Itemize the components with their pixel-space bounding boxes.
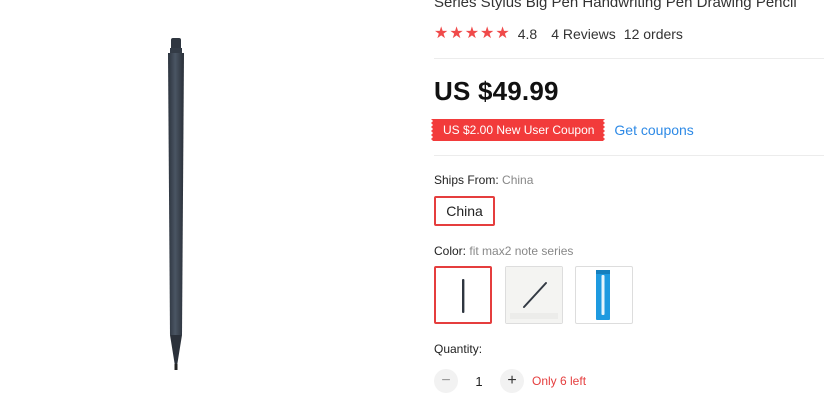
plus-icon[interactable]: + bbox=[500, 369, 524, 393]
star-icon: ★ bbox=[464, 25, 480, 42]
star-icon: ★ bbox=[449, 25, 464, 42]
new-user-coupon-badge[interactable]: US $2.00 New User Coupon bbox=[430, 119, 606, 141]
quantity-label: Quantity: bbox=[434, 342, 483, 356]
product-title: Series Stylus Big Pen Handwriting Pen Dr… bbox=[434, 0, 797, 11]
ships-from-title: Ships From: bbox=[434, 173, 499, 187]
color-swatch-1[interactable] bbox=[434, 266, 492, 324]
get-coupons-link[interactable]: Get coupons bbox=[614, 122, 693, 138]
color-swatch-3[interactable] bbox=[575, 266, 633, 324]
quantity-stepper: − 1 + Only 6 left bbox=[434, 369, 586, 393]
divider bbox=[434, 155, 824, 156]
color-swatch-2[interactable] bbox=[505, 266, 563, 324]
color-label: Color: fit max2 note series bbox=[434, 244, 573, 258]
product-image[interactable] bbox=[0, 0, 412, 401]
rating-row: ★ ★ ★ ★ ★ 4.8 4 Reviews 12 orders bbox=[434, 24, 683, 44]
reviews-link[interactable]: 4 Reviews bbox=[551, 26, 616, 42]
ships-from-value: China bbox=[502, 173, 534, 187]
product-price: US $49.99 bbox=[434, 76, 559, 106]
coupon-row: US $2.00 New User Coupon Get coupons bbox=[430, 119, 694, 141]
rating-value: 4.8 bbox=[517, 26, 538, 42]
diagonal-stylus-thumbnail bbox=[506, 267, 562, 323]
color-value: fit max2 note series bbox=[469, 244, 574, 258]
quantity-value[interactable]: 1 bbox=[458, 374, 500, 389]
ship-option-china[interactable]: China bbox=[434, 196, 495, 226]
stock-status: Only 6 left bbox=[532, 374, 587, 388]
orders-count: 12 orders bbox=[623, 26, 683, 42]
divider bbox=[434, 58, 824, 59]
star-icon: ★ bbox=[434, 25, 449, 42]
vertical-stylus-thumbnail bbox=[462, 279, 465, 313]
star-icon: ★ bbox=[495, 25, 510, 42]
blue-stylus-thumbnail bbox=[596, 270, 610, 320]
star-icon: ★ bbox=[480, 25, 495, 42]
stylus-image bbox=[168, 38, 184, 370]
color-title: Color: bbox=[434, 244, 467, 258]
ships-from-label: Ships From: China bbox=[434, 173, 533, 187]
rating-stars: ★ ★ ★ ★ ★ bbox=[434, 26, 510, 42]
minus-icon[interactable]: − bbox=[434, 369, 458, 393]
